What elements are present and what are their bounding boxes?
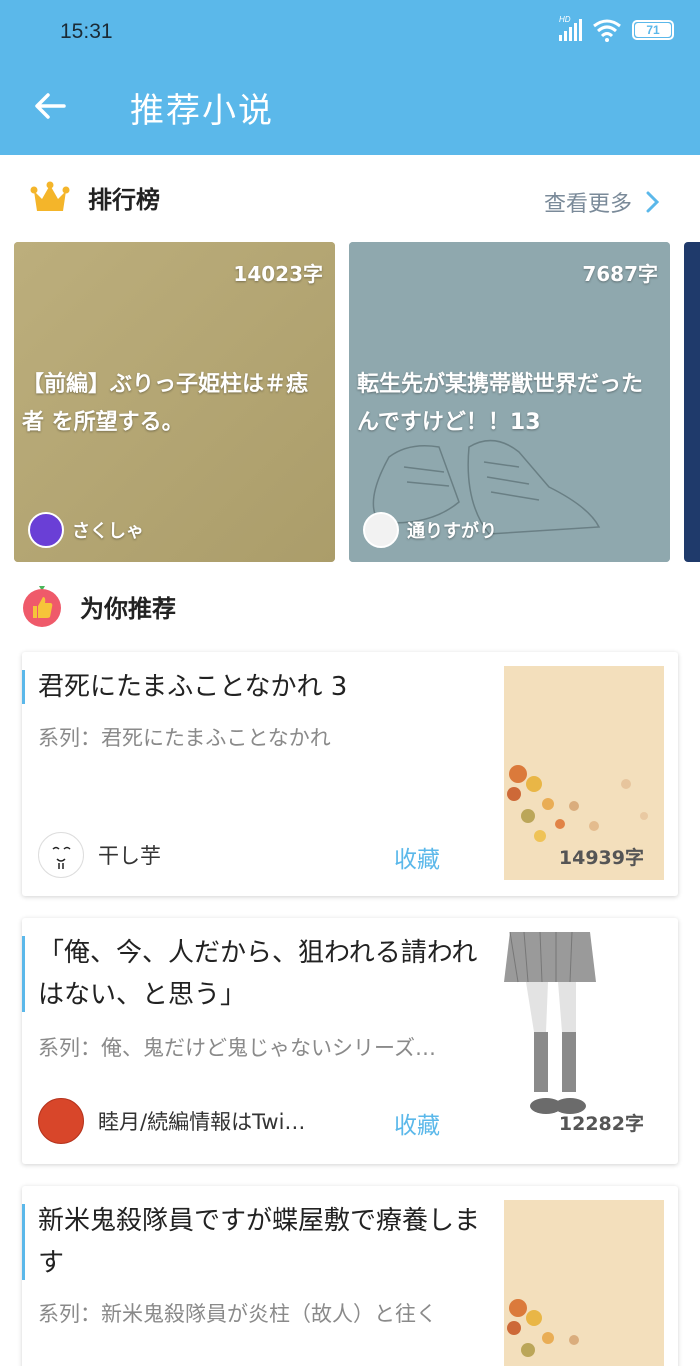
battery-level: 71 — [635, 23, 671, 37]
status-time: 15:31 — [60, 20, 113, 43]
author-avatar — [38, 1098, 84, 1144]
series-label[interactable]: 系列：俺、鬼だけど鬼じゃないシリーズ… — [38, 1032, 488, 1062]
wifi-icon — [593, 19, 621, 42]
author-row[interactable]: 睦月/続編情報はTwi… — [38, 1098, 305, 1144]
ranking-card[interactable]: 14023字 【前編】ぶりっ子姫柱は＃痣者 を所望する。 さくしゃ — [14, 242, 335, 562]
novel-cover[interactable]: 14939字 — [504, 666, 664, 880]
author-row[interactable]: 干し芋 — [38, 832, 161, 878]
page-title: 推荐小说 — [130, 91, 274, 131]
author-name: さくしゃ — [72, 521, 144, 542]
novel-title: 「俺、今、人だから、狙われる請われはない、と思う」 — [38, 938, 478, 1010]
accent-bar — [22, 670, 25, 704]
word-count: 14939字 — [558, 847, 644, 869]
ranking-title: 排行榜 — [88, 186, 160, 214]
novel-cover[interactable] — [504, 1200, 664, 1366]
favorite-button[interactable]: 收藏 — [394, 840, 440, 874]
author-name: 通りすがり — [407, 521, 497, 542]
ranking-header: 排行榜 — [30, 180, 160, 215]
chevron-right-icon — [646, 191, 660, 213]
series-label[interactable]: 系列：君死にたまふことなかれ — [38, 722, 488, 752]
author-name: 干し芋 — [98, 844, 161, 868]
author-avatar — [28, 512, 64, 548]
crown-icon — [30, 181, 70, 211]
view-more-label: 查看更多 — [543, 192, 632, 217]
recommend-header: 为你推荐 — [22, 584, 176, 628]
thumbs-up-icon — [23, 586, 61, 627]
author-row: 通りすがり — [363, 512, 497, 548]
novel-card[interactable]: 「俺、今、人だから、狙われる請われはない、と思う」 系列：俺、鬼だけど鬼じゃない… — [22, 918, 678, 1164]
hd-label: HD — [559, 15, 571, 24]
autumn-leaves-illustration — [504, 1200, 664, 1366]
novel-cover[interactable]: 12282字 — [504, 932, 664, 1146]
author-avatar — [38, 832, 84, 878]
novel-title: 【前編】ぶりっ子姫柱は＃痣者 を所望する。 — [22, 372, 309, 435]
novel-title: 新米鬼殺隊員ですが蝶屋敷で療養します — [38, 1206, 481, 1278]
ranking-card-peek[interactable] — [684, 242, 700, 562]
back-arrow-icon[interactable] — [30, 86, 70, 126]
series-label[interactable]: 系列：新米鬼殺隊員が炎柱（故人）と往く — [38, 1298, 488, 1328]
status-icons: HD 71 — [559, 15, 674, 42]
view-more-link[interactable]: 查看更多 — [544, 186, 660, 218]
author-row: さくしゃ — [28, 512, 144, 548]
accent-bar — [22, 936, 25, 1012]
word-count: 12282字 — [558, 1113, 644, 1135]
novel-title: 君死にたまふことなかれ 3 — [38, 672, 348, 702]
app-header: 15:31 HD 71 推荐小说 — [0, 0, 700, 155]
recommend-title: 为你推荐 — [80, 594, 176, 623]
battery-icon: 71 — [632, 20, 674, 40]
accent-bar — [22, 1204, 25, 1280]
novel-card[interactable]: 君死にたまふことなかれ 3 系列：君死にたまふことなかれ 干し芋 收藏 1493… — [22, 652, 678, 896]
word-count: 7687字 — [582, 262, 658, 286]
ranking-card[interactable]: 7687字 転生先が某携帯獣世界だったんですけど！！13 通りすがり — [349, 242, 670, 562]
novel-title: 転生先が某携帯獣世界だったんですけど！！13 — [357, 372, 644, 435]
novel-card[interactable]: 新米鬼殺隊員ですが蝶屋敷で療養します 系列：新米鬼殺隊員が炎柱（故人）と往く — [22, 1186, 678, 1366]
word-count: 14023字 — [233, 262, 323, 286]
favorite-button[interactable]: 收藏 — [394, 1106, 440, 1140]
author-name: 睦月/続編情報はTwi… — [98, 1110, 306, 1134]
ranking-carousel[interactable]: 14023字 【前編】ぶりっ子姫柱は＃痣者 を所望する。 さくしゃ 7687字 … — [14, 242, 700, 562]
author-avatar — [363, 512, 399, 548]
signal-icon: HD — [559, 15, 582, 41]
